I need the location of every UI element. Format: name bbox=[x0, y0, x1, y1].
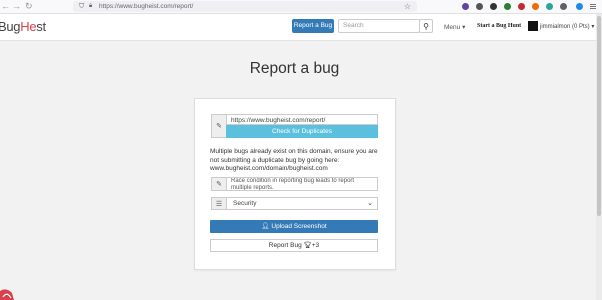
user-icon: 👤︎ bbox=[261, 223, 270, 230]
extension-icon[interactable] bbox=[532, 3, 539, 10]
upload-label: Upload Screenshot bbox=[271, 223, 327, 230]
lock-icon[interactable]: 🔒︎ bbox=[89, 1, 92, 12]
trophy-icon: 🏆︎ bbox=[303, 242, 312, 249]
extension-icon[interactable] bbox=[462, 3, 469, 10]
extension-icon[interactable] bbox=[476, 3, 483, 10]
forward-icon[interactable]: → bbox=[12, 1, 21, 11]
site-navbar: BugHest Report a Bug Search ⚲ Menu ▾ Sta… bbox=[0, 14, 602, 41]
description-textarea[interactable]: Race condition in reporting bug leads to… bbox=[226, 177, 378, 191]
browser-toolbar: ← → ↻ ⛉ 🔒︎ https://www.bugheist.com/repo… bbox=[0, 0, 602, 14]
category-select[interactable]: Security ⌄ bbox=[226, 197, 378, 210]
list-icon: ☰ bbox=[211, 197, 227, 210]
report-a-bug-button[interactable]: Report a Bug bbox=[292, 19, 334, 33]
bugheist-logo[interactable]: BugHest bbox=[0, 19, 46, 34]
points-label: +3 bbox=[311, 242, 320, 249]
edit-icon: ✎ bbox=[211, 177, 227, 191]
logo-text-accent: He bbox=[20, 19, 37, 34]
submit-label: Report Bug bbox=[268, 242, 302, 249]
avatar[interactable] bbox=[528, 21, 538, 31]
bookmark-star-icon[interactable]: ☆ bbox=[404, 1, 411, 12]
menu-dropdown[interactable]: Menu ▾ bbox=[444, 23, 465, 31]
extension-icon[interactable] bbox=[560, 3, 567, 10]
check-duplicates-button[interactable]: Check for Duplicates bbox=[226, 125, 378, 138]
shield-icon[interactable]: ⛉ bbox=[79, 1, 84, 12]
user-menu[interactable]: jimmialmon (0 Pts) ▾ bbox=[540, 23, 594, 30]
address-text[interactable]: https://www.bugheist.com/report/ bbox=[99, 1, 193, 12]
logo-text-tail: st bbox=[36, 19, 46, 34]
report-bug-button[interactable]: Report Bug 🏆︎+3 bbox=[210, 239, 378, 252]
page-title: Report a bug bbox=[249, 60, 340, 77]
corner-logo-icon bbox=[0, 289, 14, 300]
back-icon[interactable]: ← bbox=[1, 1, 10, 11]
scrollbar-thumb[interactable] bbox=[597, 16, 601, 216]
search-icon: ⚲ bbox=[423, 22, 429, 31]
extension-icon[interactable] bbox=[504, 3, 511, 10]
extension-icon[interactable] bbox=[518, 3, 525, 10]
chevron-down-icon: ⌄ bbox=[367, 200, 373, 207]
extension-icon[interactable] bbox=[546, 3, 553, 10]
url-input[interactable]: https://www.bugheist.com/report/ bbox=[226, 114, 378, 125]
start-bug-hunt-link[interactable]: Start a Bug Hunt bbox=[477, 23, 521, 29]
upload-screenshot-button[interactable]: 👤︎ Upload Screenshot bbox=[210, 220, 378, 233]
extension-icon[interactable] bbox=[576, 3, 583, 10]
edit-icon: ✎ bbox=[211, 114, 227, 138]
reload-icon[interactable]: ↻ bbox=[25, 1, 33, 12]
search-input[interactable]: Search bbox=[338, 19, 420, 33]
address-bar[interactable]: ⛉ 🔒︎ https://www.bugheist.com/report/ ☆ bbox=[73, 1, 417, 12]
page-scrollbar[interactable] bbox=[596, 14, 602, 300]
hamburger-menu-icon[interactable] bbox=[590, 6, 596, 7]
category-selected: Security bbox=[233, 200, 257, 207]
search-button[interactable]: ⚲ bbox=[419, 19, 433, 33]
extension-icon[interactable] bbox=[490, 3, 497, 10]
logo-text-main: Bug bbox=[0, 19, 21, 34]
duplicate-notice: Multiple bugs already exist on this doma… bbox=[210, 148, 378, 172]
